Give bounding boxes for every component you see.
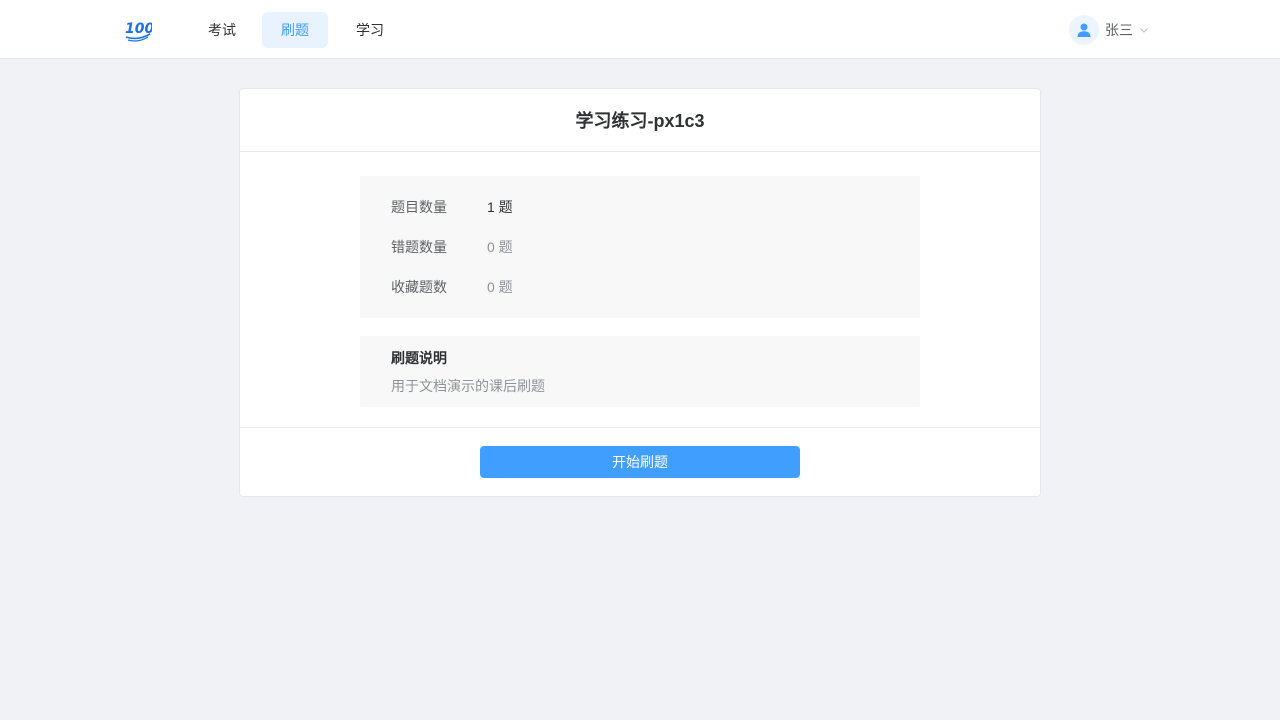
description-title: 刷题说明 bbox=[391, 350, 447, 366]
description-text: 用于文档演示的课后刷题 bbox=[391, 378, 545, 394]
start-practice-button[interactable]: 开始刷题 bbox=[480, 446, 800, 478]
avatar[interactable] bbox=[1069, 15, 1099, 45]
stats-panel: 题目数量 1 题 错题数量 0 题 收藏题数 0 题 bbox=[360, 176, 920, 318]
card-header: 学习练习-px1c3 bbox=[240, 89, 1040, 152]
stat-value: 0 题 bbox=[487, 279, 513, 295]
nav-exam[interactable]: 考试 bbox=[198, 12, 246, 48]
stat-row-favorite-count: 收藏题数 0 题 bbox=[391, 277, 513, 297]
hundred-points-logo[interactable]: 100 bbox=[124, 18, 152, 42]
user-menu[interactable]: 张三 bbox=[1069, 15, 1149, 45]
nav-study[interactable]: 学习 bbox=[346, 12, 394, 48]
card-footer: 开始刷题 bbox=[240, 427, 1040, 496]
stat-value: 0 题 bbox=[487, 239, 513, 255]
stat-row-wrong-count: 错题数量 0 题 bbox=[391, 237, 513, 257]
stat-label: 题目数量 bbox=[391, 199, 447, 215]
page-title: 学习练习-px1c3 bbox=[575, 111, 705, 131]
stat-label: 收藏题数 bbox=[391, 279, 447, 295]
stat-row-question-count: 题目数量 1 题 bbox=[391, 197, 513, 217]
user-icon bbox=[1077, 23, 1091, 37]
user-name[interactable]: 张三 bbox=[1105, 20, 1133, 40]
stat-value: 1 题 bbox=[487, 199, 513, 215]
nav-practice[interactable]: 刷题 bbox=[262, 12, 328, 48]
practice-card: 学习练习-px1c3 题目数量 1 题 错题数量 0 题 收藏题数 0 题 刷题… bbox=[239, 88, 1041, 497]
stat-label: 错题数量 bbox=[391, 239, 447, 255]
chevron-down-icon[interactable] bbox=[1139, 25, 1149, 35]
description-panel: 刷题说明 用于文档演示的课后刷题 bbox=[360, 336, 920, 407]
top-navbar: 100 考试 刷题 学习 张三 bbox=[0, 0, 1280, 59]
